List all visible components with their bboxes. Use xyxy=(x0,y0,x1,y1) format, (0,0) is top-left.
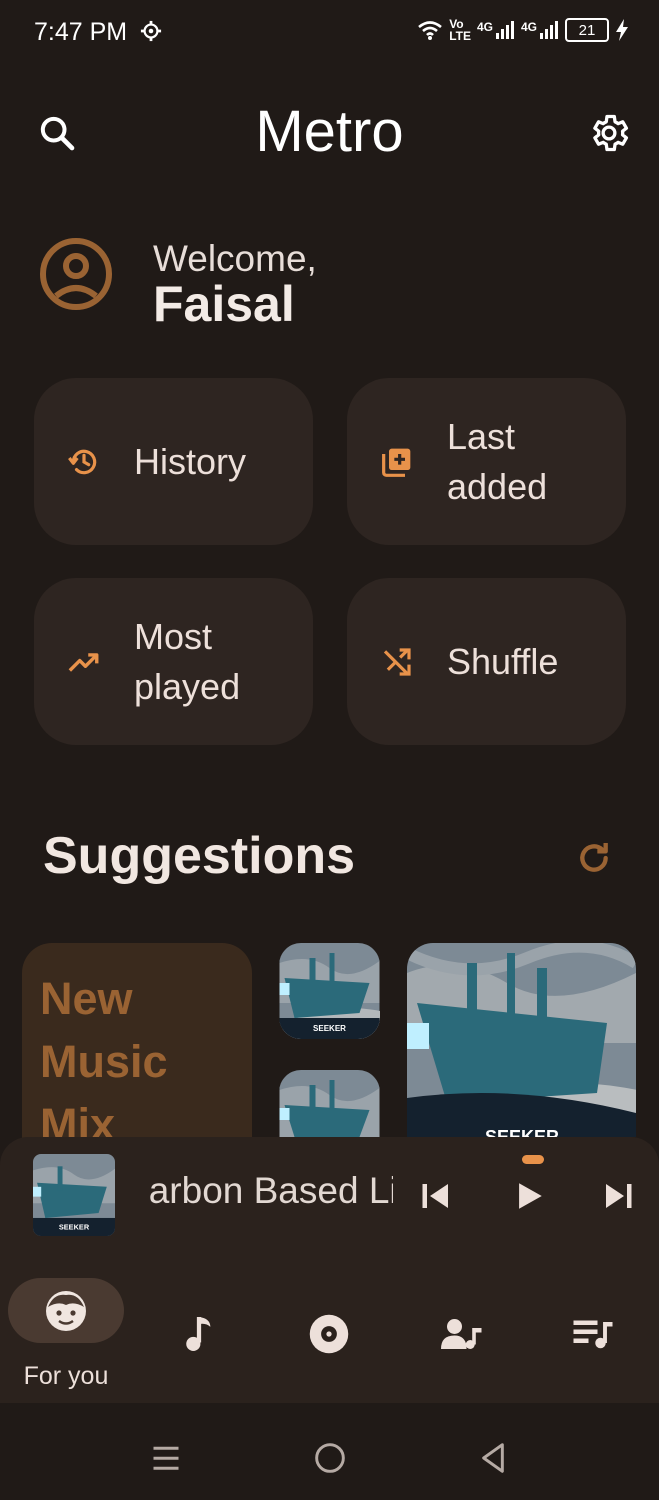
last-added-label: Last added xyxy=(447,412,547,512)
app-title: Metro xyxy=(255,99,404,164)
album-art-thumbnail[interactable]: SEEKER xyxy=(279,943,380,1039)
shuffle-button[interactable]: Shuffle xyxy=(347,578,626,745)
signal-2: 4G xyxy=(521,20,559,40)
battery-indicator: 21 xyxy=(565,18,609,42)
sim1-label: 4G xyxy=(476,20,493,34)
most-played-button[interactable]: Most played xyxy=(34,578,313,745)
history-label: History xyxy=(134,437,246,487)
most-played-label: Most played xyxy=(134,612,240,712)
nav-playlists[interactable] xyxy=(564,1305,622,1363)
volte-indicator: Vo LTE xyxy=(449,18,471,42)
previous-button[interactable] xyxy=(410,1170,462,1222)
next-button[interactable] xyxy=(592,1170,644,1222)
play-icon xyxy=(519,1183,542,1209)
wifi-icon xyxy=(418,21,443,40)
for-you-icon xyxy=(44,1289,88,1338)
album-art-large[interactable]: SEEKER xyxy=(407,943,636,1137)
gear-icon xyxy=(593,114,629,152)
new-music-mix-card[interactable]: New Music Mix xyxy=(22,943,252,1163)
home-circle-icon xyxy=(315,1443,345,1473)
nav-albums[interactable] xyxy=(300,1305,358,1363)
settings-button[interactable] xyxy=(580,104,638,162)
status-settings-icon xyxy=(140,20,162,47)
status-icons: Vo LTE 4G 4G 21 xyxy=(417,18,629,42)
album-title-text: SEEKER xyxy=(485,1127,559,1137)
album-title-text: SEEKER xyxy=(59,1222,90,1231)
artist-icon xyxy=(441,1319,482,1349)
album-art-thumbnail[interactable] xyxy=(279,1070,380,1137)
lte-label: LTE xyxy=(449,29,471,43)
signal-bars-icon xyxy=(495,21,514,39)
account-circle-icon xyxy=(40,238,112,310)
recents-button[interactable] xyxy=(140,1432,192,1484)
nav-for-you-label: For you xyxy=(23,1362,109,1390)
skip-previous-icon xyxy=(422,1184,448,1208)
user-name: Faisal xyxy=(153,276,295,332)
signal-1: 4G xyxy=(477,20,515,40)
last-added-line1: Last xyxy=(447,415,516,457)
sim2-label: 4G xyxy=(520,20,537,34)
menu-icon xyxy=(153,1446,179,1470)
home-button[interactable] xyxy=(304,1432,356,1484)
playlist-icon xyxy=(573,1320,613,1349)
trending-up-icon xyxy=(34,645,134,679)
suggestions-title: Suggestions xyxy=(43,827,356,885)
play-button[interactable] xyxy=(503,1170,555,1222)
nav-artists[interactable] xyxy=(433,1305,491,1363)
avatar[interactable] xyxy=(38,236,114,317)
history-icon xyxy=(34,446,134,478)
mix-line1: New xyxy=(40,973,133,1024)
library-add-icon xyxy=(347,446,447,478)
nav-songs[interactable] xyxy=(170,1305,228,1363)
back-button[interactable] xyxy=(467,1432,519,1484)
welcome-label: Welcome, xyxy=(153,238,317,279)
shuffle-text: Shuffle xyxy=(447,640,559,682)
mix-line2: Music xyxy=(40,1036,168,1087)
last-added-button[interactable]: Last added xyxy=(347,378,626,545)
last-added-line2: added xyxy=(447,465,548,507)
shuffle-label: Shuffle xyxy=(447,637,558,687)
album-icon xyxy=(309,1314,349,1354)
charging-icon xyxy=(616,19,628,41)
refresh-icon xyxy=(580,843,608,872)
history-button[interactable]: History xyxy=(34,378,313,545)
album-title-text: SEEKER xyxy=(313,1024,346,1033)
skip-next-icon xyxy=(606,1184,632,1208)
status-bar: 7:47 PM Vo LTE 4G 4G 21 xyxy=(0,0,659,70)
song-title-container: Carbon Based Lifeforms xyxy=(148,1170,393,1212)
now-playing-art[interactable]: SEEKER xyxy=(33,1154,115,1236)
most-played-line2: played xyxy=(134,665,241,707)
signal-bars-icon xyxy=(540,21,558,39)
most-played-line1: Most xyxy=(134,615,213,657)
music-note-icon xyxy=(186,1317,211,1351)
song-title: Carbon Based Lifeforms xyxy=(148,1170,393,1211)
status-time: 7:47 PM xyxy=(34,18,128,46)
playback-progress[interactable] xyxy=(522,1155,544,1164)
history-text: History xyxy=(134,440,247,482)
refresh-button[interactable] xyxy=(570,834,618,882)
shuffle-icon xyxy=(347,646,447,678)
back-triangle-icon xyxy=(482,1443,504,1473)
